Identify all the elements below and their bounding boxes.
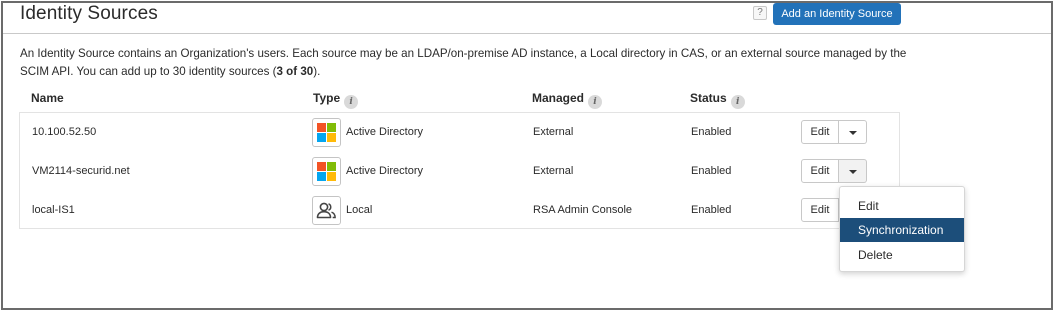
row-managed: RSA Admin Console bbox=[533, 204, 633, 216]
column-header-type-label: Type bbox=[313, 91, 341, 105]
row-edit-button[interactable]: Edit bbox=[801, 198, 839, 222]
header-divider bbox=[3, 33, 1051, 34]
window-frame: Identity Sources ? Add an Identity Sourc… bbox=[1, 1, 1053, 310]
identity-source-count: 3 of 30 bbox=[276, 65, 314, 78]
row-type: Active Directory bbox=[346, 165, 424, 177]
chevron-down-icon bbox=[849, 131, 857, 135]
identity-sources-table bbox=[19, 112, 900, 229]
row-status: Enabled bbox=[691, 126, 732, 138]
menu-item-delete[interactable]: Delete bbox=[840, 243, 964, 267]
microsoft-windows-icon bbox=[312, 118, 341, 147]
row-name: VM2114-securid.net bbox=[32, 165, 130, 177]
column-header-status[interactable]: Status i bbox=[690, 91, 745, 109]
row-edit-button[interactable]: Edit bbox=[801, 159, 839, 183]
column-header-managed-label: Managed bbox=[532, 91, 585, 105]
description-text: An Identity Source contains an Organizat… bbox=[20, 47, 907, 78]
row-actions-dropdown-button[interactable] bbox=[839, 120, 867, 144]
row-managed: External bbox=[533, 165, 574, 177]
row-type: Local bbox=[346, 204, 373, 216]
menu-item-edit[interactable]: Edit bbox=[840, 194, 964, 218]
page-description: An Identity Source contains an Organizat… bbox=[20, 45, 910, 81]
row-type: Active Directory bbox=[346, 126, 424, 138]
info-icon[interactable]: i bbox=[730, 95, 745, 109]
chevron-down-icon bbox=[849, 170, 857, 174]
help-icon[interactable]: ? bbox=[753, 6, 767, 20]
row-status: Enabled bbox=[691, 204, 732, 216]
description-text-end: ). bbox=[313, 65, 321, 78]
microsoft-windows-icon bbox=[312, 157, 341, 186]
column-header-type[interactable]: Type i bbox=[313, 91, 359, 109]
column-header-name[interactable]: Name bbox=[31, 91, 64, 105]
row-name: 10.100.52.50 bbox=[32, 126, 97, 138]
row-edit-button[interactable]: Edit bbox=[801, 120, 839, 144]
users-icon bbox=[312, 196, 341, 225]
row-name: local-IS1 bbox=[32, 204, 75, 216]
column-header-managed[interactable]: Managed i bbox=[532, 91, 603, 109]
column-header-status-label: Status bbox=[690, 91, 727, 105]
menu-item-synchronization[interactable]: Synchronization bbox=[840, 218, 964, 242]
info-icon[interactable]: i bbox=[344, 95, 359, 109]
row-managed: External bbox=[533, 126, 574, 138]
column-header-name-label: Name bbox=[31, 91, 64, 105]
row-actions-menu: Edit Synchronization Delete bbox=[839, 186, 965, 272]
page-title: Identity Sources bbox=[20, 3, 158, 24]
row-actions-dropdown-button[interactable] bbox=[839, 159, 867, 183]
row-status: Enabled bbox=[691, 165, 732, 177]
info-icon[interactable]: i bbox=[588, 95, 603, 109]
add-identity-source-button[interactable]: Add an Identity Source bbox=[773, 3, 901, 25]
